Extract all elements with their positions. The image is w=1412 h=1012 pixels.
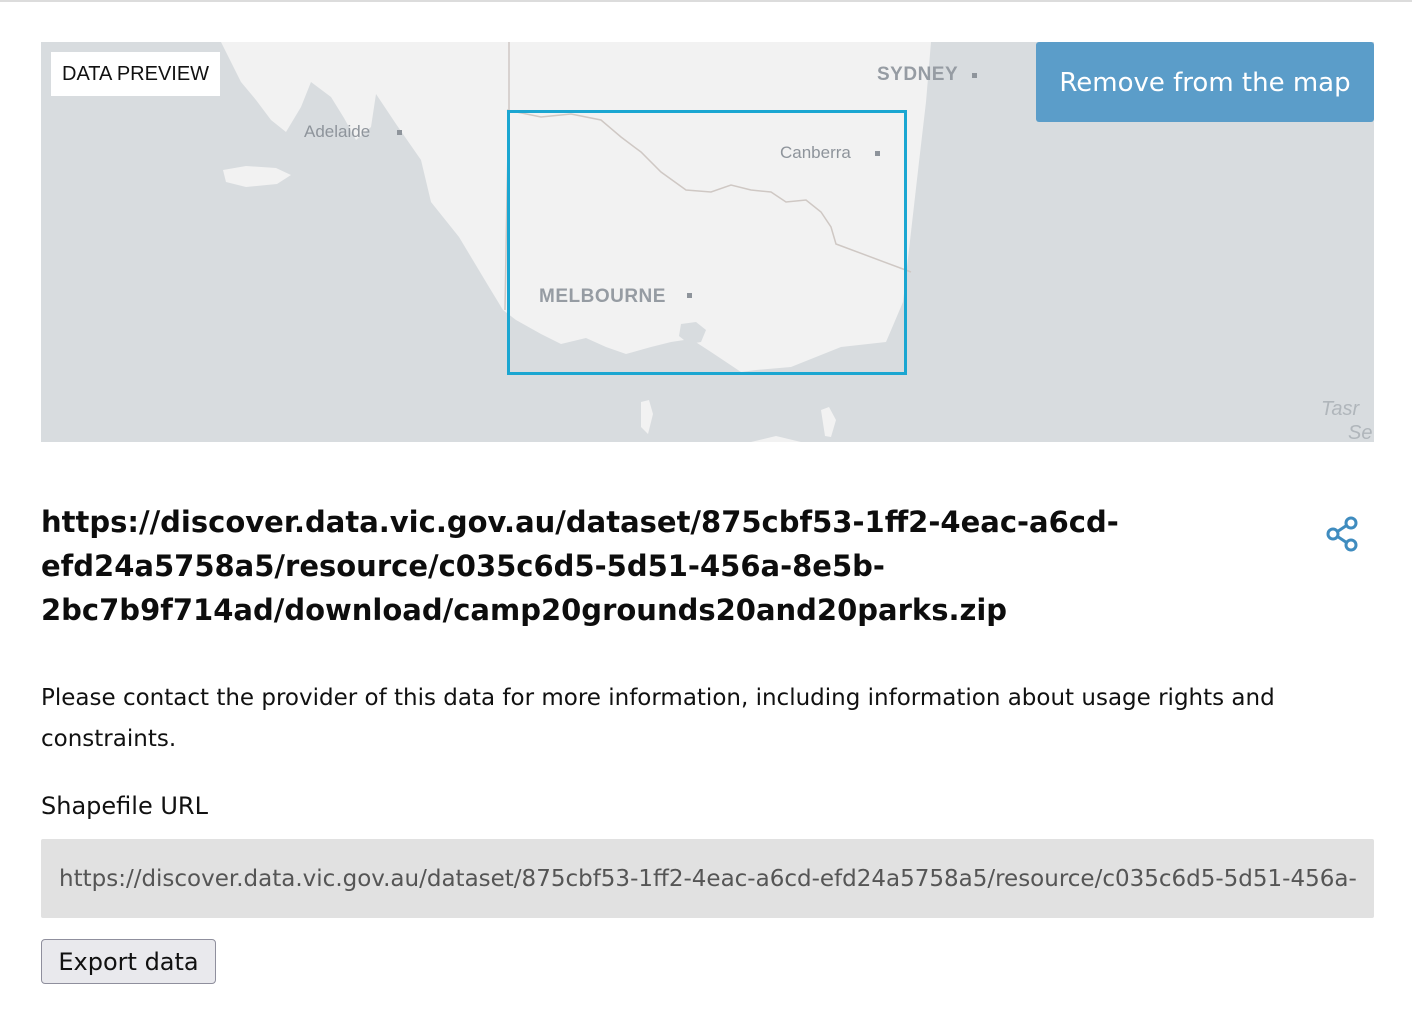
map-preview[interactable]: SYDNEY Adelaide Canberra MELBOURNE Tasr … xyxy=(41,42,1374,442)
dataset-extent-rectangle xyxy=(507,110,907,375)
city-marker-adelaide xyxy=(397,130,402,135)
data-preview-badge: DATA PREVIEW xyxy=(51,52,221,96)
dataset-title: https://discover.data.vic.gov.au/dataset… xyxy=(41,505,1119,627)
contact-provider-notice: Please contact the provider of this data… xyxy=(41,685,1275,752)
city-label-adelaide: Adelaide xyxy=(304,122,371,141)
share-icon xyxy=(1326,516,1358,552)
city-marker-sydney xyxy=(972,73,977,78)
top-divider xyxy=(0,0,1412,2)
shapefile-url-field[interactable] xyxy=(41,839,1374,918)
city-label-sydney: SYDNEY xyxy=(877,64,959,85)
export-data-button[interactable]: Export data xyxy=(41,939,216,984)
water-label-sea: Se xyxy=(1348,422,1373,442)
shapefile-url-label: Shapefile URL xyxy=(41,792,208,820)
remove-from-map-button[interactable]: Remove from the map xyxy=(1036,42,1374,122)
water-label-tasman: Tasr xyxy=(1321,398,1360,420)
share-button[interactable] xyxy=(1322,514,1364,556)
